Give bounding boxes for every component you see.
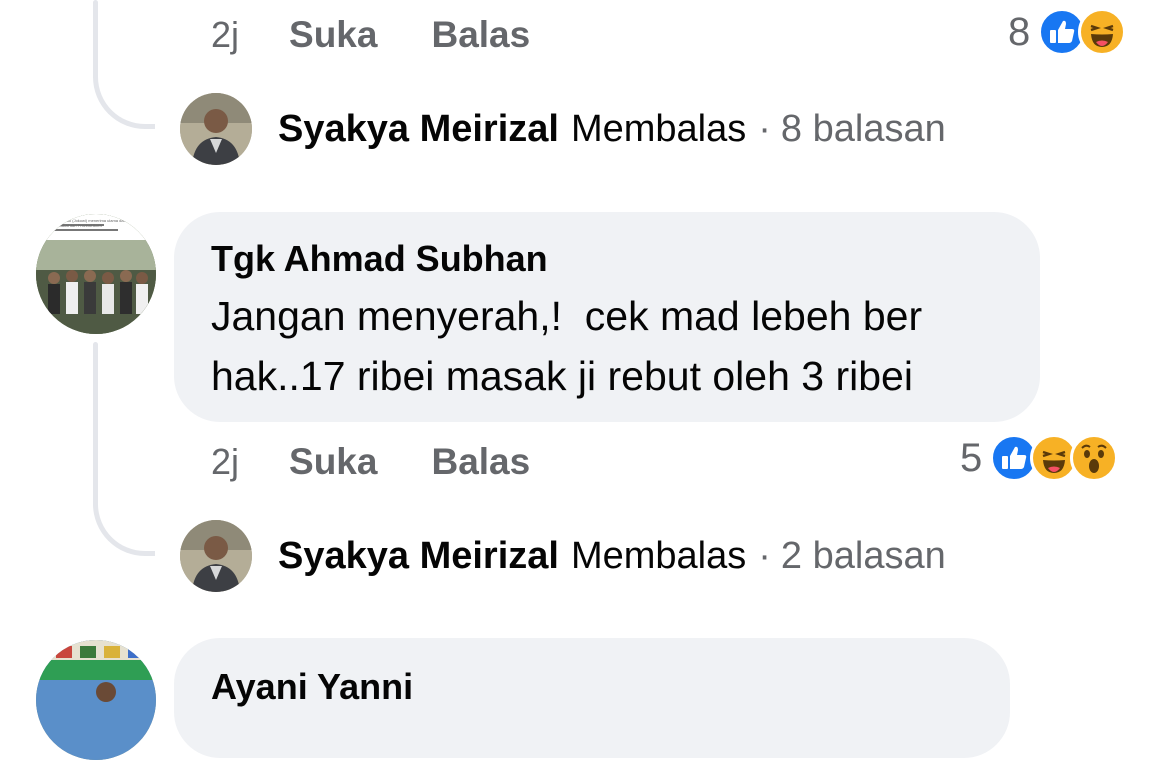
comment-author[interactable]: Tgk Ahmad Subhan — [211, 238, 548, 280]
separator-dot: · — [758, 107, 771, 150]
avatar — [180, 93, 252, 165]
reply-verb: Membalas — [570, 534, 747, 577]
wow-reaction-icon — [1070, 434, 1119, 482]
reply-count-link[interactable]: 8 balasan — [781, 108, 946, 151]
haha-reaction-icon — [1078, 8, 1127, 56]
reaction-summary[interactable]: 8 — [1008, 6, 1127, 58]
comment-actions: 2j Suka Balas — [211, 10, 530, 60]
reply-button[interactable]: Balas — [431, 14, 530, 56]
thread-line — [93, 342, 98, 492]
reply-author-name[interactable]: Syakya Meirizal — [278, 108, 559, 151]
avatar — [180, 520, 252, 592]
replies-summary[interactable]: Syakya Meirizal Membalas · 8 balasan — [180, 93, 946, 165]
reaction-count: 8 — [1008, 9, 1031, 54]
comment-timestamp[interactable]: 2j — [211, 441, 239, 483]
like-button[interactable]: Suka — [289, 441, 377, 483]
commenter-avatar[interactable] — [36, 640, 156, 760]
replies-summary[interactable]: Syakya Meirizal Membalas · 2 balasan — [180, 520, 946, 592]
thread-connector — [93, 55, 155, 129]
reaction-summary[interactable]: 5 — [960, 432, 1119, 484]
reaction-count: 5 — [960, 435, 983, 480]
comment-bubble: Tgk Ahmad Subhan Jangan menyerah,! cek m… — [174, 212, 1040, 422]
thread-line — [93, 0, 98, 60]
comment-author[interactable]: Ayani Yanni — [211, 666, 413, 708]
like-button[interactable]: Suka — [289, 14, 377, 56]
thread-connector — [93, 480, 155, 556]
comment-text-line-2: hak..17 ribei masak ji rebut oleh 3 ribe… — [211, 353, 913, 399]
comment-timestamp[interactable]: 2j — [211, 14, 239, 56]
reply-author-name[interactable]: Syakya Meirizal — [278, 535, 559, 578]
comment-bubble: Ayani Yanni — [174, 638, 1010, 758]
reply-verb: Membalas — [570, 107, 747, 150]
avatar-caption: Joko Widodo (Jokowi) menerima ulama dan … — [48, 218, 137, 228]
separator-dot: · — [758, 534, 771, 577]
comment-actions: 2j Suka Balas — [211, 437, 530, 487]
commenter-avatar[interactable]: Joko Widodo (Jokowi) menerima ulama dan … — [36, 214, 156, 334]
reply-count-link[interactable]: 2 balasan — [781, 535, 946, 578]
reply-button[interactable]: Balas — [431, 441, 530, 483]
comment-text-line-1: Jangan menyerah,! cek mad lebeh ber — [211, 293, 923, 339]
